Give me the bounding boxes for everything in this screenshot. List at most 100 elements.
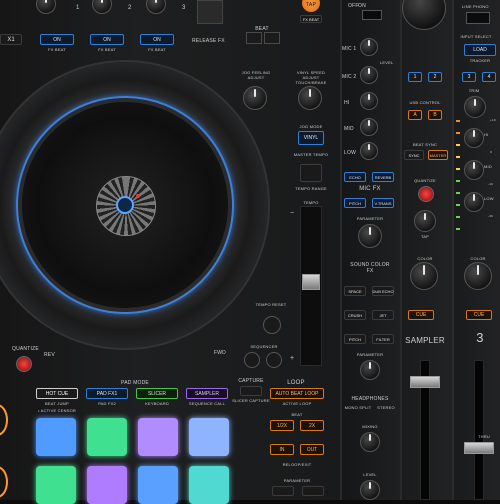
- meter-label-plus10: +10: [490, 118, 496, 122]
- headphone-level-knob[interactable]: [360, 480, 380, 500]
- quantize-button[interactable]: [16, 356, 32, 372]
- fx-lever[interactable]: [197, 0, 223, 24]
- space-button[interactable]: SPACE: [344, 286, 366, 296]
- pad-8[interactable]: [189, 466, 229, 504]
- pad-fx1-button[interactable]: PAD FX1: [86, 388, 128, 399]
- double-loop-button[interactable]: 2X: [300, 420, 324, 431]
- vinyl-button[interactable]: VINYL: [298, 131, 324, 145]
- loop-out-button[interactable]: OUT: [300, 444, 324, 455]
- deck-button-1[interactable]: 1: [408, 72, 422, 82]
- color-parameter-knob[interactable]: [360, 360, 380, 380]
- deck-button-2[interactable]: 2: [428, 72, 442, 82]
- parameter-right-button[interactable]: [302, 486, 324, 496]
- color-knob-3[interactable]: [410, 262, 438, 290]
- pad-6[interactable]: [87, 466, 127, 504]
- deck-number: 3: [476, 330, 484, 345]
- vinyl-speed-knob[interactable]: [298, 86, 322, 110]
- active-loop-label: ACTIVE LOOP: [282, 401, 312, 406]
- mic-hi-label: HI: [344, 100, 350, 106]
- pitch-button[interactable]: PITCH: [344, 334, 366, 344]
- half-loop-button[interactable]: 1/2X: [270, 420, 294, 431]
- usb-b-button[interactable]: B: [428, 110, 442, 120]
- mic-fx-parameter-knob[interactable]: [358, 224, 382, 248]
- fx1-on-button[interactable]: ON: [40, 34, 74, 45]
- crush-button[interactable]: CRUSH: [344, 310, 366, 320]
- master-tempo-button[interactable]: [300, 164, 322, 182]
- capture-button[interactable]: [240, 386, 262, 396]
- dub-echo-button[interactable]: DUB ECHO: [372, 286, 394, 296]
- release-fx-label: RELEASE FX: [192, 38, 225, 44]
- beat-left-button[interactable]: [246, 32, 262, 44]
- eq-low-knob[interactable]: [464, 192, 484, 212]
- fx2-sub-label: FX BEAT: [98, 47, 116, 52]
- pad-3[interactable]: [138, 418, 178, 456]
- pad-4[interactable]: [189, 418, 229, 456]
- fx3-on-button[interactable]: ON: [140, 34, 174, 45]
- headphone-mixing-knob[interactable]: [360, 432, 380, 452]
- parameter-left-button[interactable]: [272, 486, 294, 496]
- mic-pitch-button[interactable]: PITCH: [344, 198, 366, 208]
- fx-beat-button[interactable]: FX BEAT: [300, 15, 322, 23]
- hot-cue-button[interactable]: HOT CUE: [36, 388, 78, 399]
- sync-button[interactable]: SYNC: [404, 150, 424, 160]
- pad-1[interactable]: [36, 418, 76, 456]
- mic-fx-label: MIC FX: [359, 186, 381, 192]
- eq-hi-knob[interactable]: [464, 128, 484, 148]
- eq-mid-knob[interactable]: [464, 160, 484, 180]
- cue-button-3[interactable]: CUE: [408, 310, 434, 320]
- jog-feeling-knob[interactable]: [243, 86, 267, 110]
- deck-button-3[interactable]: 3: [462, 72, 476, 82]
- channel-fader-3[interactable]: [410, 376, 440, 388]
- pad-5[interactable]: [36, 466, 76, 504]
- mic2-label: MIC 2: [342, 74, 357, 80]
- meter-seg-1: [456, 120, 460, 122]
- eq-low-label: LOW: [484, 196, 494, 201]
- keyboard-label: KEYBOARD: [145, 401, 169, 406]
- channel-fader-4[interactable]: [464, 442, 494, 454]
- input-select-switch[interactable]: [466, 12, 490, 24]
- tempo-reset-button[interactable]: [263, 316, 281, 334]
- deck-button-4[interactable]: 4: [482, 72, 496, 82]
- right-tap-knob[interactable]: [414, 210, 436, 232]
- cue-button-4[interactable]: CUE: [466, 310, 492, 320]
- mono-split-label: MONO SPLIT: [344, 405, 372, 410]
- sequencer-save-button[interactable]: [244, 352, 260, 368]
- mic1-knob[interactable]: [360, 38, 378, 56]
- filter-button[interactable]: FILTER: [372, 334, 394, 344]
- master-button[interactable]: MASTER: [428, 150, 448, 160]
- pad-7[interactable]: [138, 466, 178, 504]
- headphone-level-label: LEVEL: [363, 472, 377, 477]
- sampler-button[interactable]: SAMPLER: [186, 388, 228, 399]
- right-tap-label: TAP: [420, 234, 430, 239]
- vtrans-button[interactable]: V.TRANS: [372, 198, 394, 208]
- pad-2[interactable]: [87, 418, 127, 456]
- load-button[interactable]: LOAD: [464, 44, 496, 56]
- slicer-button[interactable]: SLICER: [136, 388, 178, 399]
- auto-beat-loop-button[interactable]: AUTO BEAT LOOP: [270, 388, 324, 399]
- tempo-fader[interactable]: [302, 274, 320, 290]
- jet-button[interactable]: JET: [372, 310, 394, 320]
- mic-mid-knob[interactable]: [360, 118, 378, 136]
- tempo-range-label: TEMPO RANGE: [295, 186, 327, 191]
- usb-a-button[interactable]: A: [408, 110, 422, 120]
- knob-number-2: 2: [128, 5, 132, 11]
- sequencer-start-button[interactable]: [266, 352, 282, 368]
- beat-right-button[interactable]: [264, 32, 280, 44]
- reverb-button[interactable]: REVERB: [372, 172, 394, 182]
- echo-button[interactable]: ECHO: [344, 172, 366, 182]
- thru-label: THRU: [478, 434, 490, 439]
- fx2-on-button[interactable]: ON: [90, 34, 124, 45]
- reloop-label: RELOOP/EXIT: [282, 462, 312, 467]
- trim-knob[interactable]: [464, 96, 486, 118]
- mic-hi-knob[interactable]: [360, 92, 378, 110]
- mic2-knob[interactable]: [360, 66, 378, 84]
- mic-low-knob[interactable]: [360, 142, 378, 160]
- meter-label-minus10: -10: [488, 182, 493, 186]
- meter-seg-7: [456, 192, 460, 194]
- color-knob-4[interactable]: [464, 262, 492, 290]
- color-parameter-label: PARAMETER: [356, 352, 384, 357]
- pad-fx2-label: PAD FX2: [98, 401, 116, 406]
- mic-switch[interactable]: [362, 10, 382, 20]
- loop-in-button[interactable]: IN: [270, 444, 294, 455]
- right-quantize-button[interactable]: [418, 186, 434, 202]
